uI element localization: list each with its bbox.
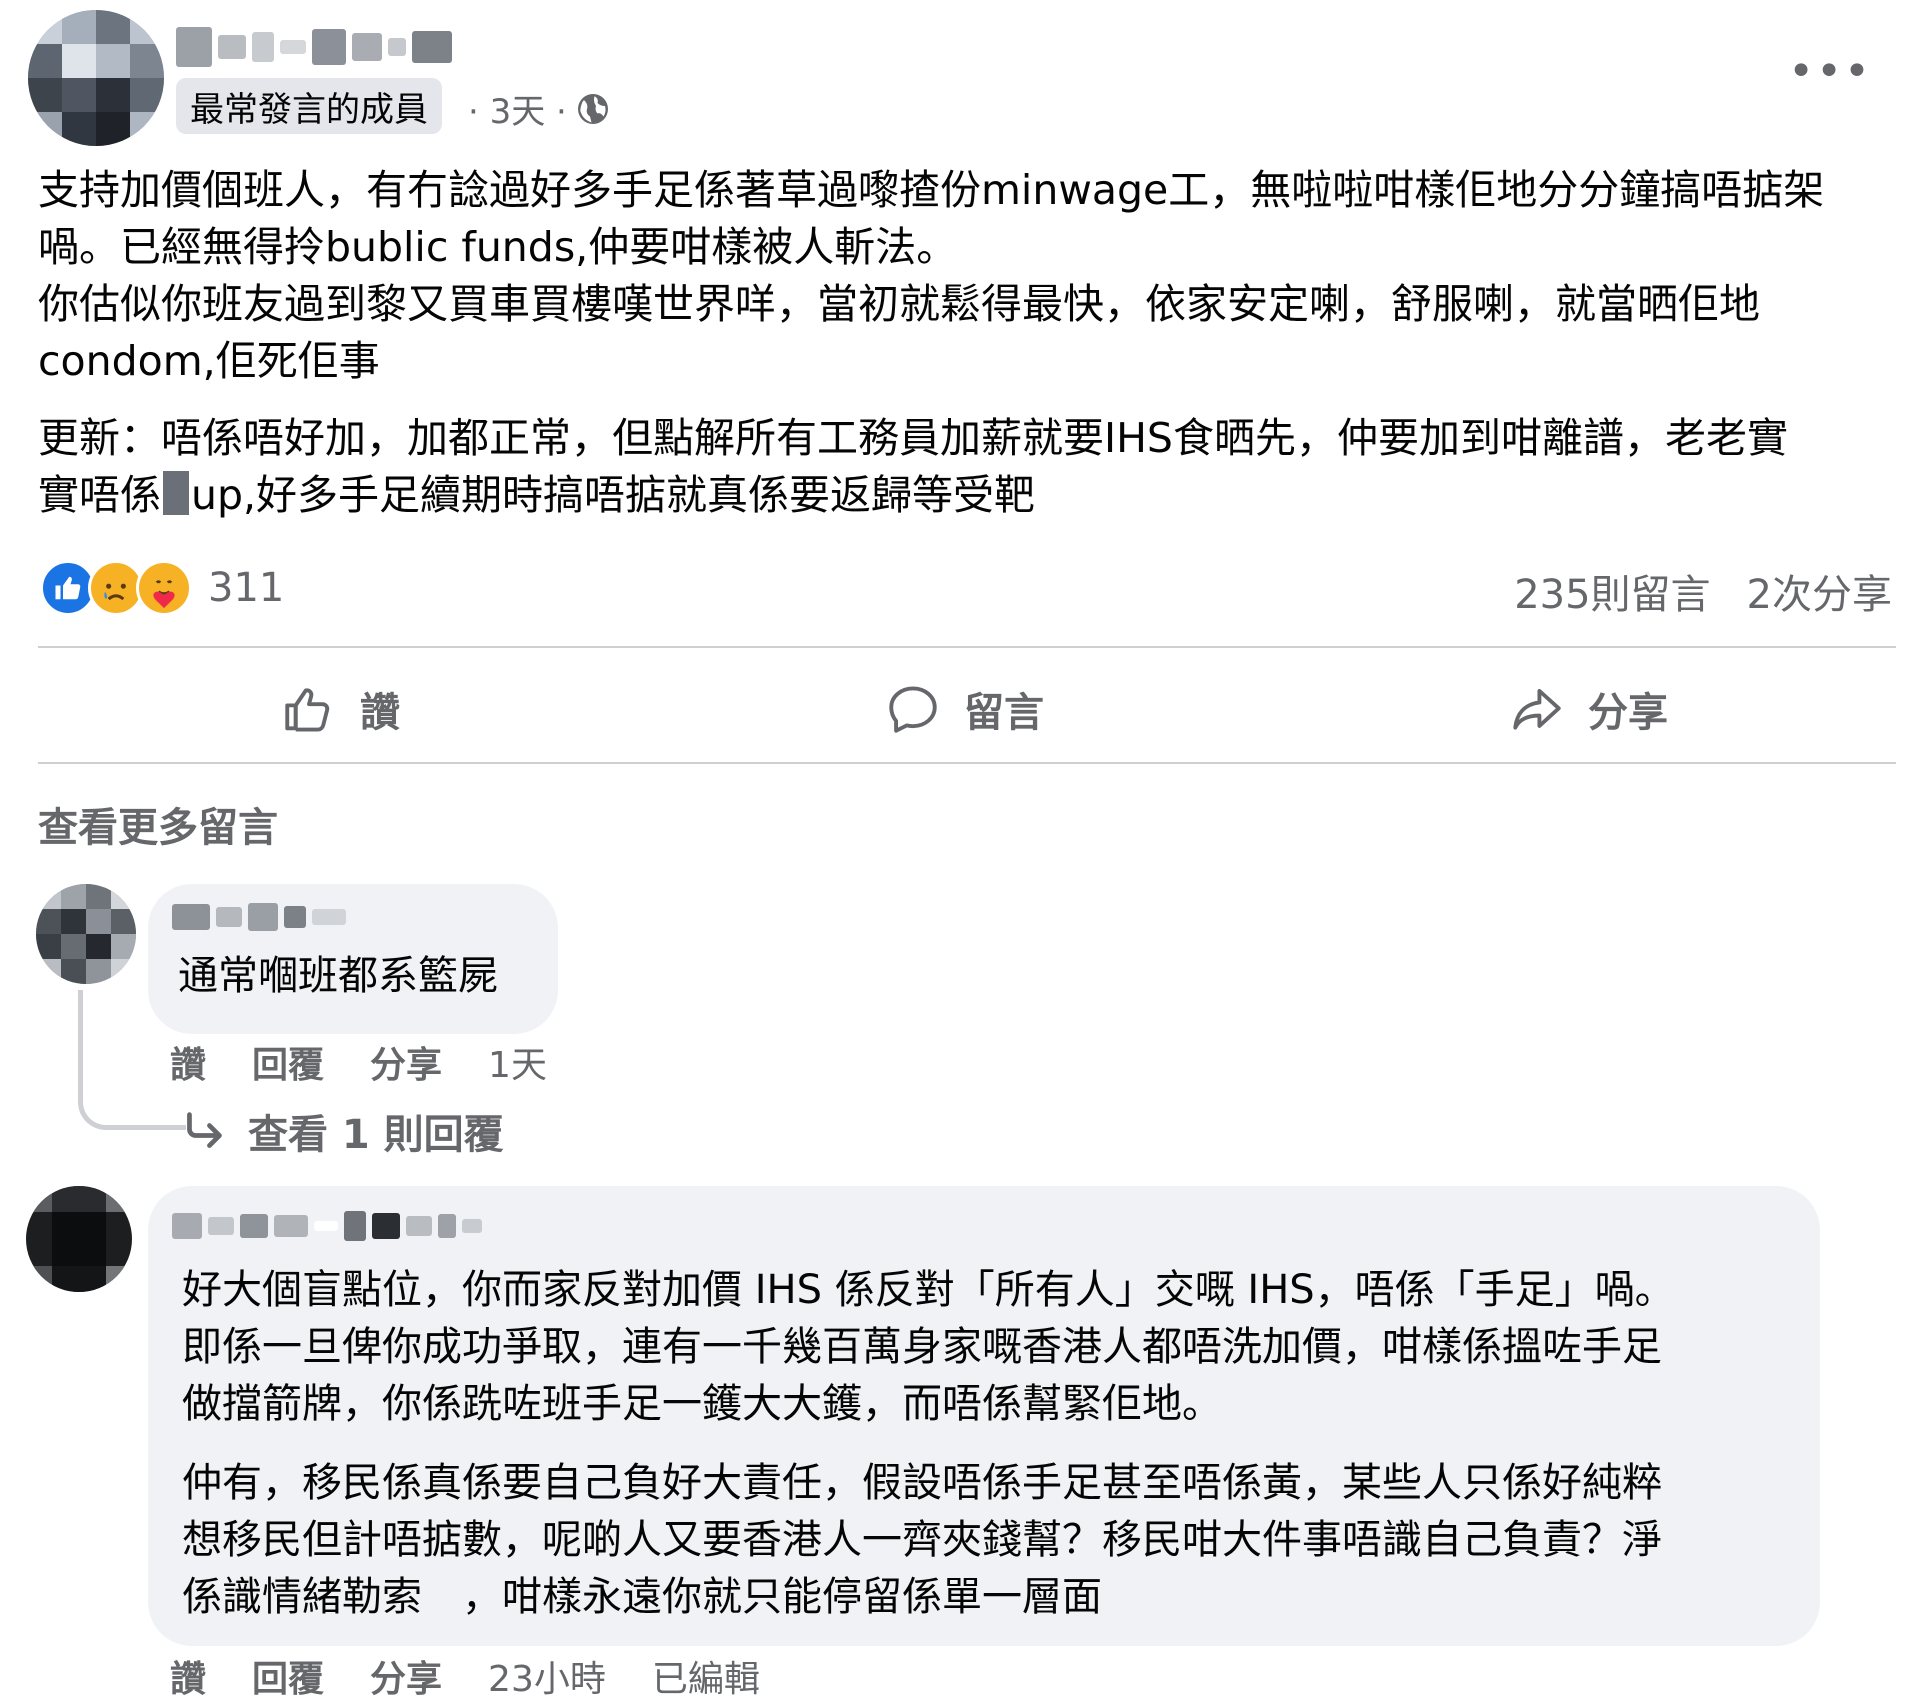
comment-time[interactable]: 23小時	[488, 1650, 606, 1702]
comment-line: 想移民但計唔掂數，呢啲人又要香港人一齊夾錢幫？移民咁大件事唔識自己負責？淨	[182, 1517, 1662, 1563]
commenter-avatar[interactable]	[36, 884, 136, 984]
share-label: 分享	[1588, 690, 1668, 736]
more-options-icon[interactable]: •••	[1788, 46, 1872, 97]
censored-block	[163, 471, 189, 515]
comment-line: 即係一旦俾你成功爭取，連有一千幾百萬身家嘅香港人都唔洗加價，咁樣係搵咗手足	[182, 1324, 1662, 1370]
divider	[38, 762, 1896, 764]
comment-label: 留言	[964, 690, 1044, 736]
comment-text: 好大個盲點位，你而家反對加價 IHS 係反對「所有人」交嘅 IHS，唔係「手足」…	[182, 1262, 1675, 1626]
divider	[38, 646, 1896, 648]
post-author-avatar[interactable]	[28, 10, 164, 146]
comment-bubble: 通常嗰班都系籃屍	[148, 884, 558, 1034]
care-reaction-icon	[136, 560, 192, 616]
share-button[interactable]: 分享	[1508, 676, 1668, 742]
comment-button[interactable]: 留言	[884, 676, 1044, 742]
post-line: 支持加價個班人，有冇諗過好多手足係著草過嚟揸份minwage工，無啦啦咁樣佢地分…	[38, 166, 1825, 214]
post-time[interactable]: · 3天 ·	[468, 84, 567, 133]
share-arrow-icon	[1513, 688, 1561, 730]
reactions-summary[interactable]: 311	[40, 558, 284, 618]
commenter-name-blurred[interactable]	[172, 1208, 482, 1244]
comment-like-link[interactable]: 讚	[170, 1650, 206, 1702]
post-meta: · 3天 ·	[468, 84, 611, 133]
comment-line: 好大個盲點位，你而家反對加價 IHS 係反對「所有人」交嘅 IHS，唔係「手足」…	[182, 1267, 1675, 1313]
commenter-avatar[interactable]	[26, 1186, 132, 1292]
comment-like-link[interactable]: 讚	[170, 1036, 206, 1088]
view-replies-link[interactable]: 查看 1 則回覆	[182, 1102, 504, 1160]
comment-reply-link[interactable]: 回覆	[252, 1650, 324, 1702]
reaction-count[interactable]: 311	[208, 565, 284, 611]
post-line: condom,佢死佢事	[38, 337, 380, 385]
globe-icon	[577, 93, 608, 124]
comment-time[interactable]: 1天	[488, 1036, 547, 1088]
view-more-comments-link[interactable]: 查看更多留言	[38, 795, 278, 853]
post-line: 喎。已經無得拎bublic funds,仲要咁樣被人斬法。	[38, 223, 958, 271]
comment-share-link[interactable]: 分享	[370, 1036, 442, 1088]
post-stats: 235則留言 2次分享	[1514, 562, 1892, 620]
post-text: 支持加價個班人，有冇諗過好多手足係著草過嚟揸份minwage工，無啦啦咁樣佢地分…	[38, 162, 1898, 524]
top-contributor-badge: 最常發言的成員	[176, 78, 442, 134]
view-replies-label: 查看 1 則回覆	[248, 1112, 504, 1158]
comments-count[interactable]: 235則留言	[1514, 562, 1710, 620]
comment-share-link[interactable]: 分享	[370, 1650, 442, 1702]
like-button[interactable]: 讚	[280, 676, 400, 742]
commenter-name-blurred[interactable]	[172, 900, 346, 934]
comment-bubble: 好大個盲點位，你而家反對加價 IHS 係反對「所有人」交嘅 IHS，唔係「手足」…	[148, 1186, 1820, 1646]
update-line: 更新：唔係唔好加，加都正常，但點解所有工務員加薪就要IHS食晒先，仲要加到咁離譜…	[38, 414, 1788, 462]
thumbs-up-icon	[285, 688, 330, 732]
reply-arrow-icon	[187, 1112, 222, 1148]
post-author-name-blurred[interactable]	[176, 22, 452, 72]
comment-edited-label[interactable]: 已編輯	[652, 1650, 760, 1702]
comment-line: 仲有，移民係真係要自己負好大責任，假設唔係手足甚至唔係黃，某些人只係好純粹	[182, 1460, 1662, 1506]
comment-bubble-icon	[889, 686, 937, 733]
comment-actions: 讚 回覆 分享 23小時 已編輯	[170, 1650, 760, 1702]
post-line: 你估似你班友過到黎又買車買樓嘆世界咩，當初就鬆得最快，依家安定喇，舒服喇，就當晒…	[38, 280, 1760, 328]
comment-reply-link[interactable]: 回覆	[252, 1036, 324, 1088]
comment-text: 通常嗰班都系籃屍	[178, 953, 498, 999]
shares-count[interactable]: 2次分享	[1747, 562, 1892, 620]
update-line: 實唔係 up,好多手足續期時搞唔掂就真係要返歸等受靶	[38, 471, 1036, 519]
comment-line: 做擋箭牌，你係跣咗班手足一鑊大大鑊，而唔係幫緊佢地。	[182, 1381, 1222, 1427]
comment-line: 係識情緒勒索 ，咁樣永遠你就只能停留係單一層面	[182, 1574, 1102, 1620]
like-label: 讚	[360, 690, 400, 736]
comment-actions: 讚 回覆 分享 1天	[170, 1036, 547, 1088]
